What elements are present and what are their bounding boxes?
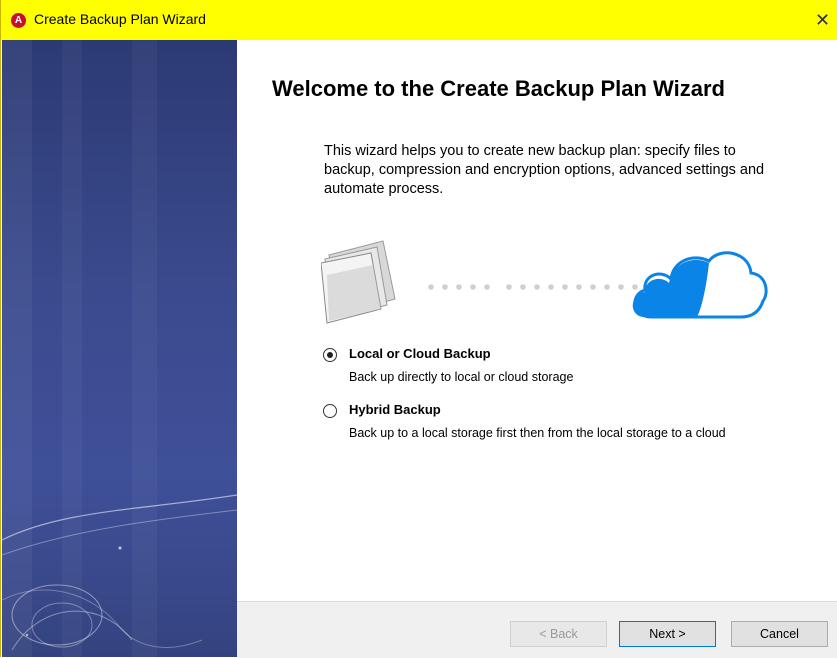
wizard-window: A Create Backup Plan Wizard ✕ Welcome to…: [0, 0, 837, 658]
app-logo-icon: A: [11, 13, 26, 28]
next-button[interactable]: Next >: [619, 621, 716, 647]
radio-local-or-cloud[interactable]: [323, 348, 337, 362]
option-description: Back up to a local storage first then fr…: [349, 426, 726, 440]
close-button[interactable]: ✕: [807, 6, 837, 34]
backup-illustration: [321, 240, 768, 324]
option-label[interactable]: Hybrid Backup: [349, 402, 441, 417]
window-title: Create Backup Plan Wizard: [34, 11, 206, 27]
back-button[interactable]: < Back: [510, 621, 607, 647]
files-icon: [321, 240, 396, 324]
intro-text: This wizard helps you to create new back…: [324, 143, 765, 197]
button-bar: < Back Next > Cancel: [237, 601, 837, 658]
decorative-swirl-graphic: [2, 40, 237, 657]
radio-hybrid[interactable]: [323, 404, 337, 418]
cloud-icon: [632, 251, 768, 319]
option-description: Back up directly to local or cloud stora…: [349, 370, 574, 384]
side-banner: [2, 40, 237, 657]
option-label[interactable]: Local or Cloud Backup: [349, 346, 491, 361]
cancel-button[interactable]: Cancel: [731, 621, 828, 647]
transfer-dots: [428, 284, 638, 290]
page-title: Welcome to the Create Backup Plan Wizard: [272, 76, 725, 101]
title-bar: A Create Backup Plan Wizard ✕: [1, 0, 837, 40]
